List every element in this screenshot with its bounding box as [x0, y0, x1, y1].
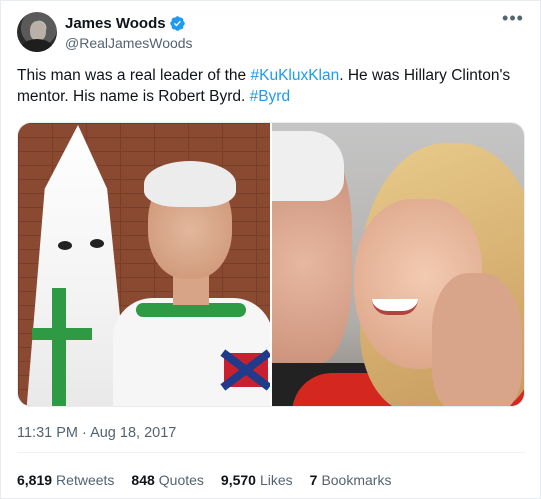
author-name-row[interactable]: James Woods [65, 14, 186, 33]
tweet-header: James Woods @RealJamesWoods ••• [17, 9, 526, 53]
quotes-label: Quotes [158, 472, 204, 488]
tweet-media [17, 122, 525, 407]
tweet-timestamp[interactable]: 11:31 PM · Aug 18, 2017 [17, 425, 176, 441]
hashtag-link[interactable]: #KuKluxKlan [250, 67, 339, 84]
quotes-stat[interactable]: 848 Quotes [131, 472, 204, 488]
hood-eye-hole [90, 239, 104, 248]
media-photo-left[interactable] [18, 123, 270, 406]
retweets-count: 6,819 [17, 472, 53, 488]
hood-cross-horizontal [32, 328, 92, 340]
avatar[interactable] [17, 12, 57, 52]
flag-patch [224, 353, 268, 387]
likes-label: Likes [259, 472, 293, 488]
man-hand [432, 273, 522, 406]
verified-badge-icon [169, 16, 185, 31]
tweet-text-part: This man was a real leader of the [17, 67, 251, 84]
bookmarks-label: Bookmarks [321, 472, 392, 488]
divider [17, 452, 525, 453]
quotes-count: 848 [131, 472, 155, 488]
bookmarks-stat[interactable]: 7 Bookmarks [310, 472, 392, 488]
hood-eye-hole [58, 241, 72, 250]
tweet-text: This man was a real leader of the #KuKlu… [17, 65, 527, 107]
hood-cross-vertical [52, 288, 66, 406]
older-man-hair [272, 131, 344, 201]
author-block: James Woods @RealJamesWoods [65, 14, 193, 53]
hashtag-link[interactable]: #Byrd [250, 88, 291, 105]
avatar-face [30, 21, 46, 41]
retweets-label: Retweets [56, 472, 115, 488]
robe-trim [136, 303, 246, 317]
likes-stat[interactable]: 9,570 Likes [221, 472, 293, 488]
man-hair [144, 161, 236, 207]
avatar-shoulders [21, 39, 53, 52]
engagement-stats: 6,819 Retweets 848 Quotes 9,570 Likes 7 Book… [17, 472, 391, 488]
bookmarks-count: 7 [309, 472, 318, 488]
tweet-card: James Woods @RealJamesWoods ••• This man… [0, 0, 541, 499]
author-display-name[interactable]: James Woods [65, 14, 166, 33]
media-photo-right[interactable] [272, 123, 524, 406]
retweets-stat[interactable]: 6,819 Retweets [17, 472, 114, 488]
more-horizontal-icon[interactable]: ••• [500, 9, 526, 32]
likes-count: 9,570 [220, 472, 256, 488]
author-handle[interactable]: @RealJamesWoods [65, 34, 193, 53]
